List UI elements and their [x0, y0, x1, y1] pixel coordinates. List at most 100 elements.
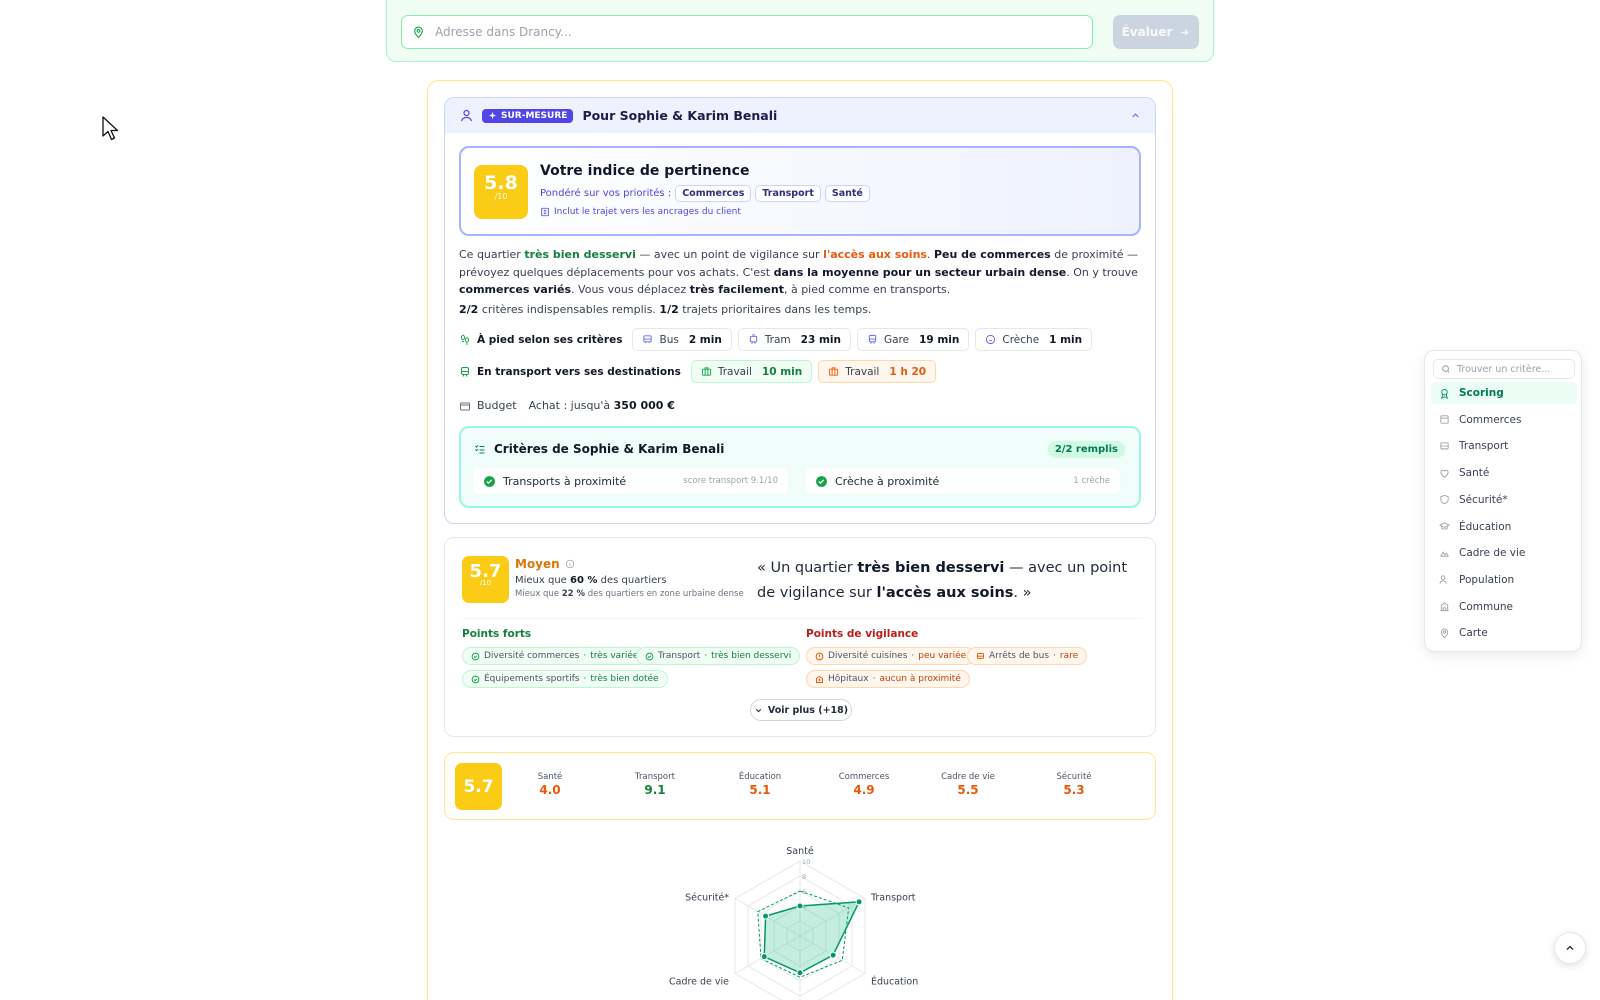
chevron-up-icon[interactable] [1130, 110, 1141, 121]
baby-icon [985, 334, 996, 345]
profile-title: Pour Sophie & Karim Benali [582, 108, 778, 123]
address-input-wrapper[interactable] [401, 15, 1093, 49]
walk-chip-tram[interactable]: Tram 23 min [737, 328, 851, 351]
walking-label: À pied selon ses critères [459, 334, 622, 346]
footsteps-icon [459, 334, 471, 346]
briefcase-icon [828, 366, 839, 377]
category-score: Commerces 4.9 [819, 772, 909, 797]
nav-item-label: Éducation [1459, 520, 1512, 533]
radar-point [760, 953, 768, 961]
score-quote: « Un quartier très bien desservi — avec … [757, 560, 1128, 601]
category-name: Commerces [838, 772, 890, 782]
nav-item-label: Sécurité* [1459, 493, 1508, 506]
category-score: Santé 4.0 [505, 772, 595, 797]
radar-chart: Santé Transport Éducation Cadre de vie Sécur… [669, 846, 918, 1000]
building-icon [1439, 601, 1450, 612]
evaluate-button[interactable]: Évaluer [1113, 15, 1199, 49]
award-icon [1439, 388, 1450, 399]
criterion-item: Crèche à proximité 1 crèche [804, 467, 1121, 495]
priorities-row: Pondéré sur vos priorités : Commerces Tr… [540, 185, 870, 202]
info-icon[interactable] [565, 559, 575, 569]
priority-tag: Commerces [675, 185, 752, 202]
chevron-down-icon [754, 706, 763, 715]
sparkle-icon [488, 111, 497, 120]
nav-item[interactable]: Cadre de vie [1431, 542, 1577, 564]
priorities-label: Pondéré sur vos priorités : [540, 188, 672, 199]
vigilance-title: Points de vigilance [806, 628, 919, 640]
nav-item[interactable]: Sécurité* [1431, 489, 1577, 511]
priority-tag: Transport [755, 185, 821, 202]
criteria-title: Critères de Sophie & Karim Benali [474, 442, 724, 456]
transit-chip-work[interactable]: Travail 1 h 20 [818, 360, 937, 383]
address-search-card: Évaluer [386, 0, 1214, 62]
transit-destinations-row: En transport vers ses destinations Trava… [459, 360, 937, 383]
radar-tick-label: 10 [802, 858, 810, 866]
relevance-score: 5.8 [484, 172, 518, 194]
walk-chip-bus[interactable]: Bus 2 min [632, 328, 732, 351]
nav-item[interactable]: Transport [1431, 435, 1577, 457]
nav-item[interactable]: Population [1431, 569, 1577, 591]
vigilance-tag: Arrêts de bus · rare [967, 647, 1088, 665]
criteria-fulfilled-badge: 2/2 remplis [1047, 441, 1125, 458]
radar-tick-label: 8 [802, 873, 806, 881]
strength-tag: Transport · très bien desservi [636, 647, 801, 665]
strength-tag: Diversité commerces · très variée [462, 647, 648, 665]
neighborhood-summary: Ce quartier très bien desservi — avec un… [459, 248, 1139, 296]
nav-item[interactable]: Santé [1431, 462, 1577, 484]
address-input[interactable] [435, 25, 1092, 39]
transit-chip-work[interactable]: Travail 10 min [690, 360, 813, 383]
criterion-item: Transports à proximité score transport 9… [472, 467, 789, 495]
nav-item-label: Cadre de vie [1459, 547, 1526, 560]
profile-panel-header[interactable]: SUR-MESURE Pour Sophie & Karim Benali [445, 98, 1155, 133]
priority-tag: Santé [824, 185, 870, 202]
check-circle-icon [483, 475, 496, 488]
nav-item-label: Transport [1459, 440, 1509, 453]
comparison-all: Mieux que 60 % des quartiers [515, 575, 667, 586]
nav-item-label: Population [1459, 573, 1515, 586]
shop-icon [1439, 414, 1450, 425]
check-circle-icon [815, 475, 828, 488]
warning-circle-icon [815, 652, 824, 661]
show-more-button[interactable]: Voir plus (+18) [750, 699, 852, 721]
category-value: 4.9 [853, 783, 875, 797]
radar-tick-label: 4 [802, 903, 806, 911]
hospital-icon [815, 675, 824, 684]
criteria-search-input[interactable] [1457, 363, 1567, 375]
nav-item-label: Scoring [1459, 387, 1504, 399]
criteria-search-wrapper[interactable] [1433, 359, 1575, 379]
category-score: Transport 9.1 [610, 772, 700, 797]
custom-badge-label: SUR-MESURE [501, 110, 568, 121]
scroll-to-top-button[interactable] [1554, 932, 1586, 964]
users-icon [1439, 574, 1450, 585]
category-score: Sécurité 5.3 [1029, 772, 1119, 797]
divider [462, 618, 1142, 619]
heart-icon [1439, 468, 1450, 479]
bus-icon [642, 334, 653, 345]
category-score: Éducation 5.1 [715, 772, 805, 797]
radar-point [855, 898, 863, 906]
nav-item-label: Santé [1459, 467, 1490, 480]
comparison-dense: Mieux que 22 % des quartiers en zone urb… [515, 589, 744, 599]
radar-point [829, 951, 837, 959]
score-level: Moyen [515, 557, 575, 571]
nav-item[interactable]: Commerces [1431, 409, 1577, 431]
radar-axis-label: Sécurité* [685, 893, 729, 904]
nav-item[interactable]: Carte [1431, 622, 1577, 644]
category-value: 5.3 [1063, 783, 1085, 797]
nav-item-label: Commerces [1459, 413, 1522, 426]
relevance-index-title: Votre indice de pertinence [540, 163, 750, 179]
nav-item[interactable]: Éducation [1431, 516, 1577, 538]
criteria-navigation: Scoring Commerces Transport Santé Sécurité* É… [1424, 350, 1582, 652]
category-score: Cadre de vie 5.5 [923, 772, 1013, 797]
bus-icon [976, 652, 985, 661]
nav-item[interactable]: Commune [1431, 596, 1577, 618]
nav-item[interactable]: Scoring [1431, 382, 1577, 404]
category-name: Transport [635, 772, 675, 782]
radar-axis-label: Éducation [871, 976, 918, 988]
tram-icon [748, 334, 759, 345]
vigilance-tag: Hôpitaux · aucun à proximité [806, 670, 970, 688]
walk-chip-station[interactable]: Gare 19 min [856, 328, 970, 351]
train-icon [459, 366, 471, 378]
category-value: 5.5 [957, 783, 979, 797]
walk-chip-nursery[interactable]: Crèche 1 min [975, 328, 1093, 351]
